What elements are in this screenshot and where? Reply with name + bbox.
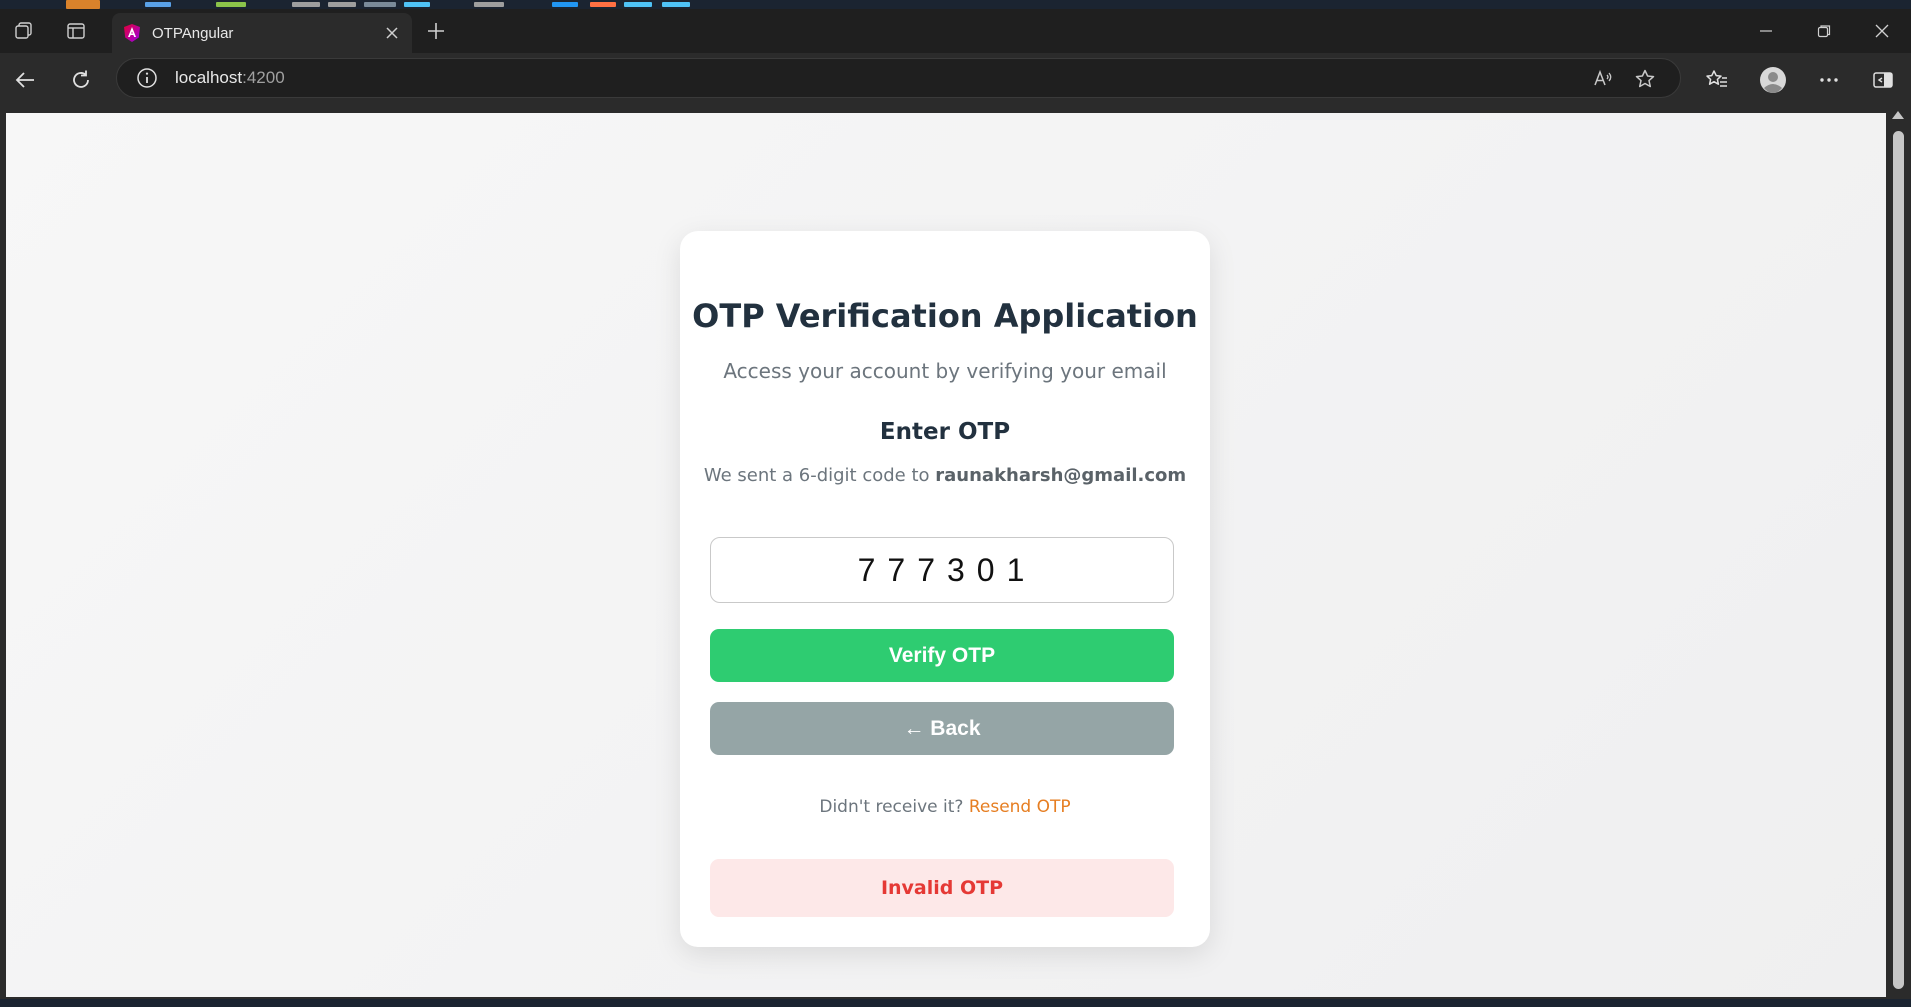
error-message: Invalid OTP — [710, 859, 1174, 917]
otp-card: OTP Verification Application Access your… — [680, 231, 1210, 947]
taskbar-app-indicator — [145, 2, 171, 7]
resend-prompt: Didn't receive it? Resend OTP — [680, 797, 1210, 817]
page-subtitle: Access your account by verifying your em… — [723, 359, 1167, 383]
taskbar-app-indicator — [292, 2, 320, 7]
code-sent-message: We sent a 6-digit code to raunakharsh@gm… — [680, 465, 1210, 486]
taskbar-app-indicator — [66, 0, 100, 9]
tab-otpangular[interactable]: OTPAngular — [112, 13, 412, 53]
taskbar-app-indicator — [474, 2, 504, 7]
back-arrow-icon[interactable] — [8, 63, 42, 97]
read-aloud-icon[interactable] — [1589, 65, 1617, 93]
browser-toolbar: localhost:4200 — [0, 53, 1911, 105]
enter-otp-heading: Enter OTP — [879, 419, 1011, 445]
verify-otp-button[interactable]: Verify OTP — [710, 629, 1174, 682]
star-icon[interactable] — [1631, 65, 1659, 93]
scrollbar[interactable] — [1886, 105, 1911, 1007]
taskbar-app-indicator — [404, 2, 430, 7]
close-window-icon[interactable] — [1860, 15, 1904, 47]
reload-icon[interactable] — [64, 63, 98, 97]
back-button[interactable]: ← Back — [710, 702, 1174, 755]
minimize-icon[interactable] — [1744, 15, 1788, 47]
taskbar-app-indicator — [552, 2, 578, 7]
page-title: OTP Verification Application — [692, 297, 1198, 335]
tab-actions-icon[interactable] — [60, 15, 92, 47]
otp-input[interactable] — [710, 537, 1174, 603]
taskbar-app-indicator — [662, 2, 690, 7]
recipient-email: raunakharsh@gmail.com — [935, 465, 1187, 486]
bottom-edge — [0, 999, 1911, 1007]
url-text: localhost:4200 — [175, 68, 285, 88]
tab-title: OTPAngular — [152, 24, 234, 42]
code-sent-prefix: We sent a 6-digit code to — [703, 465, 936, 486]
scrollbar-thumb[interactable] — [1893, 131, 1904, 989]
url-host: localhost — [175, 68, 243, 87]
angular-favicon-icon — [122, 23, 142, 43]
close-icon[interactable] — [378, 19, 406, 47]
restore-icon[interactable] — [1802, 15, 1846, 47]
taskbar-app-indicator — [216, 2, 246, 7]
profile-icon[interactable] — [1756, 63, 1790, 97]
taskbar-strip — [0, 0, 1911, 9]
sidebar-icon[interactable] — [1866, 63, 1900, 97]
page-background: OTP Verification Application Access your… — [6, 113, 1886, 997]
taskbar-app-indicator — [364, 2, 396, 7]
url-port: :4200 — [242, 68, 285, 87]
resend-otp-link[interactable]: Resend OTP — [969, 797, 1071, 817]
more-icon[interactable] — [1812, 63, 1846, 97]
page-viewport: OTP Verification Application Access your… — [0, 105, 1911, 1007]
scroll-up-arrow-icon[interactable] — [1892, 111, 1904, 119]
workspaces-icon[interactable] — [8, 15, 40, 47]
info-icon[interactable] — [135, 66, 159, 90]
address-bar[interactable]: localhost:4200 — [116, 58, 1681, 98]
taskbar-app-indicator — [328, 2, 356, 7]
tab-bar: OTPAngular — [0, 9, 1911, 53]
taskbar-app-indicator — [624, 2, 652, 7]
resend-prompt-text: Didn't receive it? — [819, 797, 969, 817]
taskbar-app-indicator — [590, 2, 616, 7]
favorites-icon[interactable] — [1700, 63, 1734, 97]
plus-icon[interactable] — [420, 15, 452, 47]
